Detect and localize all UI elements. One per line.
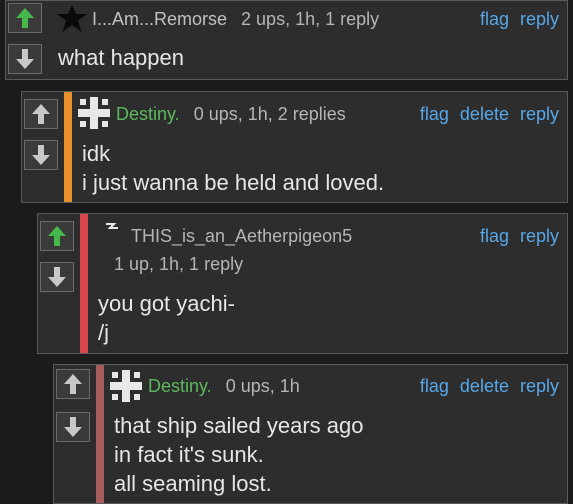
comment-meta: 1 up, 1h, 1 reply [114,254,244,274]
comment-line: idk [82,141,111,166]
flag-link[interactable]: flag [480,226,509,246]
comment-body: that ship sailed years ago in fact it's … [114,411,364,498]
arrow-down-icon [48,267,66,287]
comment-meta: 0 ups, 1h, 2 replies [193,104,346,124]
comment-4: Destiny. 0 ups, 1h flag delete reply that… [53,364,568,504]
comment-line: all seaming lost. [114,471,272,496]
comment-header: I...Am...Remorse 2 ups, 1h, 1 reply [92,9,379,30]
comment-actions: flag delete reply [414,104,559,125]
username-link[interactable]: THIS_is_an_Aetherpigeon5 [131,226,352,246]
comment-actions: flag delete reply [414,376,559,397]
arrow-up-icon [48,226,66,246]
downvote-button[interactable] [24,140,58,170]
downvote-button[interactable] [40,262,74,292]
arrow-down-icon [32,145,50,165]
reply-link[interactable]: reply [520,376,559,396]
reply-link[interactable]: reply [520,104,559,124]
comment-line: what happen [58,45,184,70]
comment-2: Destiny. 0 ups, 1h, 2 replies flag delete… [21,91,568,203]
reply-link[interactable]: reply [520,9,559,29]
arrow-up-icon [64,374,82,394]
arrow-down-icon [16,49,34,69]
glyph-avatar-icon [106,223,118,229]
comment-line: in fact it's sunk. [114,442,264,467]
comment-actions: flag reply [474,226,559,247]
flag-link[interactable]: flag [420,104,449,124]
comment-1: I...Am...Remorse 2 ups, 1h, 1 reply flag … [5,0,568,80]
flag-link[interactable]: flag [480,9,509,29]
username-link[interactable]: I...Am...Remorse [92,9,227,29]
comment-meta-row: 1 up, 1h, 1 reply [114,254,243,275]
pixel-avatar-icon [78,97,110,129]
username-link[interactable]: Destiny. [148,376,212,396]
comment-3: THIS_is_an_Aetherpigeon5 1 up, 1h, 1 rep… [37,213,568,354]
downvote-button[interactable] [56,412,90,442]
comment-line: /j [98,320,109,345]
star-avatar-icon [57,4,87,32]
comment-header: THIS_is_an_Aetherpigeon5 [131,226,366,247]
comment-body: what happen [58,43,184,72]
upvote-button[interactable] [40,221,74,251]
comment-line: you got yachi- [98,291,235,316]
comment-line: that ship sailed years ago [114,413,364,438]
arrow-up-icon [32,104,50,124]
delete-link[interactable]: delete [460,104,509,124]
downvote-button[interactable] [8,44,42,74]
arrow-up-icon [16,8,34,28]
thread-accent-bar [80,214,88,353]
reply-link[interactable]: reply [520,226,559,246]
upvote-button[interactable] [56,369,90,399]
comment-line: i just wanna be held and loved. [82,170,385,195]
username-link[interactable]: Destiny. [116,104,180,124]
pixel-avatar-icon [110,370,142,402]
flag-link[interactable]: flag [420,376,449,396]
comment-meta: 0 ups, 1h [225,376,300,396]
upvote-button[interactable] [24,99,58,129]
thread-accent-bar [96,365,104,503]
comment-body: you got yachi- /j [98,289,235,347]
comment-meta: 2 ups, 1h, 1 reply [241,9,380,29]
upvote-button[interactable] [8,3,42,33]
comment-body: idk i just wanna be held and loved. [82,139,384,197]
comment-header: Destiny. 0 ups, 1h, 2 replies [116,104,346,125]
thread-accent-bar [64,92,72,202]
comment-actions: flag reply [474,9,559,30]
delete-link[interactable]: delete [460,376,509,396]
comment-header: Destiny. 0 ups, 1h [148,376,300,397]
arrow-down-icon [64,417,82,437]
